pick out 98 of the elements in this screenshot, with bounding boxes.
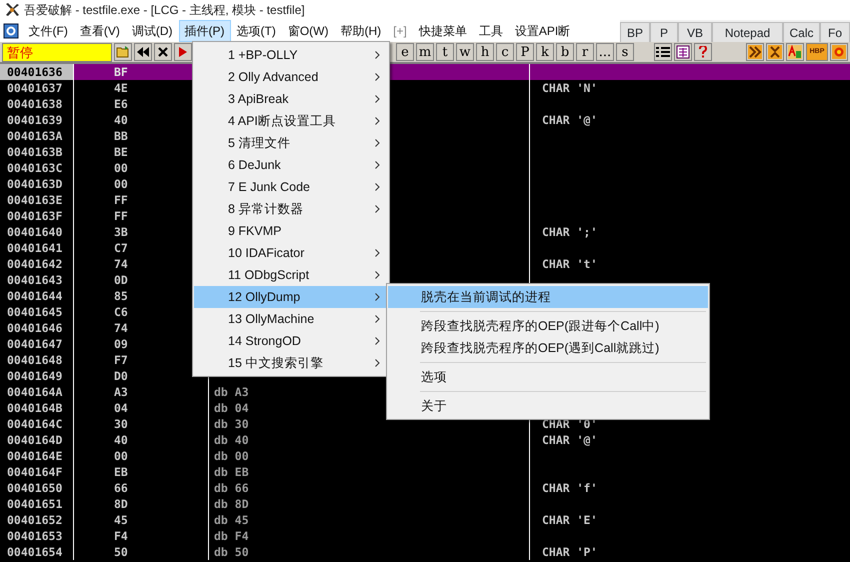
disassembly-text: db 30 <box>214 417 249 431</box>
comment-text: CHAR 'E' <box>542 513 598 527</box>
menu-item[interactable]: 脱壳在当前调试的进程 <box>388 286 708 308</box>
address-cell: 00401650 <box>0 480 74 496</box>
address-cell: 0040164F <box>0 464 74 480</box>
menu-item[interactable]: 选项(T) <box>230 20 282 42</box>
comment-text: CHAR '@' <box>542 113 598 127</box>
address-cell: 0040164A <box>0 384 74 400</box>
toolbar-button[interactable]: ... <box>596 43 614 61</box>
disassembly-text: db 8D <box>214 497 249 511</box>
toolbar-button[interactable]: c <box>496 43 514 61</box>
comment-text: CHAR 'P' <box>542 545 598 559</box>
address-cell: 0040164D <box>0 432 74 448</box>
address-cell: 00401636 <box>0 64 74 80</box>
address-cell: 00401637 <box>0 80 74 96</box>
toolbar-button[interactable]: h <box>476 43 494 61</box>
toolbar-button[interactable]: t <box>436 43 454 61</box>
address-cell: 00401645 <box>0 304 74 320</box>
comment-text: CHAR 'f' <box>542 481 598 495</box>
plugin-tab[interactable]: P <box>650 22 678 42</box>
disassembly-text: db F4 <box>214 529 249 543</box>
disassembly-text: db 50 <box>214 545 249 559</box>
address-cell: 00401651 <box>0 496 74 512</box>
menu-item[interactable]: 选项 <box>388 366 708 388</box>
comment-text: CHAR ';' <box>542 225 598 239</box>
address-cell: 0040163E <box>0 192 74 208</box>
address-cell: 00401647 <box>0 336 74 352</box>
address-cell: 0040163A <box>0 128 74 144</box>
toolbar-button[interactable]: P <box>516 43 534 61</box>
hex-cell: F4 <box>74 528 209 544</box>
hex-cell: 40 <box>74 432 209 448</box>
comment-text: CHAR 't' <box>542 257 598 271</box>
address-cell: 00401640 <box>0 224 74 240</box>
address-cell: 00401646 <box>0 320 74 336</box>
address-cell: 00401654 <box>0 544 74 560</box>
disassembly-text: db 04 <box>214 401 249 415</box>
address-cell: 00401643 <box>0 272 74 288</box>
hex-cell: A3 <box>74 384 209 400</box>
hex-cell: 30 <box>74 416 209 432</box>
menu-item[interactable]: 文件(F) <box>22 20 74 42</box>
hex-cell: 8D <box>74 496 209 512</box>
address-cell: 00401652 <box>0 512 74 528</box>
toolbar-button[interactable]: k <box>536 43 554 61</box>
status-field: 暂停 <box>2 42 112 62</box>
menu-item[interactable]: 调试(D) <box>126 20 178 42</box>
menu-item[interactable]: 帮助(H) <box>334 20 388 42</box>
toolbar-button[interactable]: e <box>396 43 414 61</box>
menu-item[interactable]: 工具 <box>472 20 509 42</box>
address-cell: 0040163B <box>0 144 74 160</box>
disassembly-text: db 00 <box>214 449 249 463</box>
address-cell: 00401642 <box>0 256 74 272</box>
menu-item[interactable]: 快捷菜单 <box>412 20 473 42</box>
disassembly-text: db 66 <box>214 481 249 495</box>
hex-cell: 50 <box>74 544 209 560</box>
address-cell: 00401641 <box>0 240 74 256</box>
hex-cell: 04 <box>74 400 209 416</box>
address-cell: 0040164E <box>0 448 74 464</box>
hex-cell: 45 <box>74 512 209 528</box>
menu-item[interactable]: 跨段查找脱壳程序的OEP(遇到Call就跳过) <box>388 337 708 359</box>
plugin-tab[interactable]: Notepad <box>712 22 783 42</box>
menu-item[interactable]: 设置API断 <box>508 20 576 42</box>
address-cell: 0040164C <box>0 416 74 432</box>
window-title: 吾爱破解 - testfile.exe - [LCG - 主线程, 模块 - testfile] <box>24 2 305 19</box>
address-cell: 00401644 <box>0 288 74 304</box>
toolbar-button[interactable]: w <box>456 43 474 61</box>
toolbar-button[interactable]: r <box>576 43 594 61</box>
toolbar-button[interactable]: m <box>416 43 434 61</box>
comment-text: CHAR '@' <box>542 433 598 447</box>
address-cell: 0040164B <box>0 400 74 416</box>
plugin-tab[interactable]: Fo <box>820 22 850 42</box>
hex-cell: 00 <box>74 448 209 464</box>
disassembly-text: db A3 <box>214 385 249 399</box>
comment-text: CHAR 'N' <box>542 81 598 95</box>
menu-item[interactable]: 1 +BP-OLLY <box>194 44 388 66</box>
plugin-tab[interactable]: BP <box>620 22 650 42</box>
address-cell: 00401648 <box>0 352 74 368</box>
hex-cell: EB <box>74 464 209 480</box>
toolbar-button[interactable]: s <box>616 43 634 61</box>
disassembly-text: db 40 <box>214 433 249 447</box>
disassembly-text: db EB <box>214 465 249 479</box>
address-cell: 0040163F <box>0 208 74 224</box>
menu-item[interactable]: 插件(P) <box>178 20 230 42</box>
address-cell: 00401638 <box>0 96 74 112</box>
menu-item[interactable]: 跨段查找脱壳程序的OEP(跟进每个Call中) <box>388 315 708 337</box>
disassembly-text: db 45 <box>214 513 249 527</box>
address-cell: 0040163C <box>0 160 74 176</box>
hex-cell: 66 <box>74 480 209 496</box>
address-cell: 00401649 <box>0 368 74 384</box>
address-cell: 00401653 <box>0 528 74 544</box>
plugin-tab[interactable]: Calc <box>783 22 820 42</box>
toolbar-button[interactable]: b <box>556 43 574 61</box>
address-cell: 0040163D <box>0 176 74 192</box>
menu-item[interactable]: 查看(V) <box>74 20 126 42</box>
plugin-tab[interactable]: VB <box>678 22 712 42</box>
menu-item[interactable]: 窗O(W) <box>282 20 334 42</box>
menu-item[interactable]: 12 OllyDump <box>194 286 388 308</box>
address-cell: 00401639 <box>0 112 74 128</box>
menu-item[interactable]: 关于 <box>388 395 708 417</box>
